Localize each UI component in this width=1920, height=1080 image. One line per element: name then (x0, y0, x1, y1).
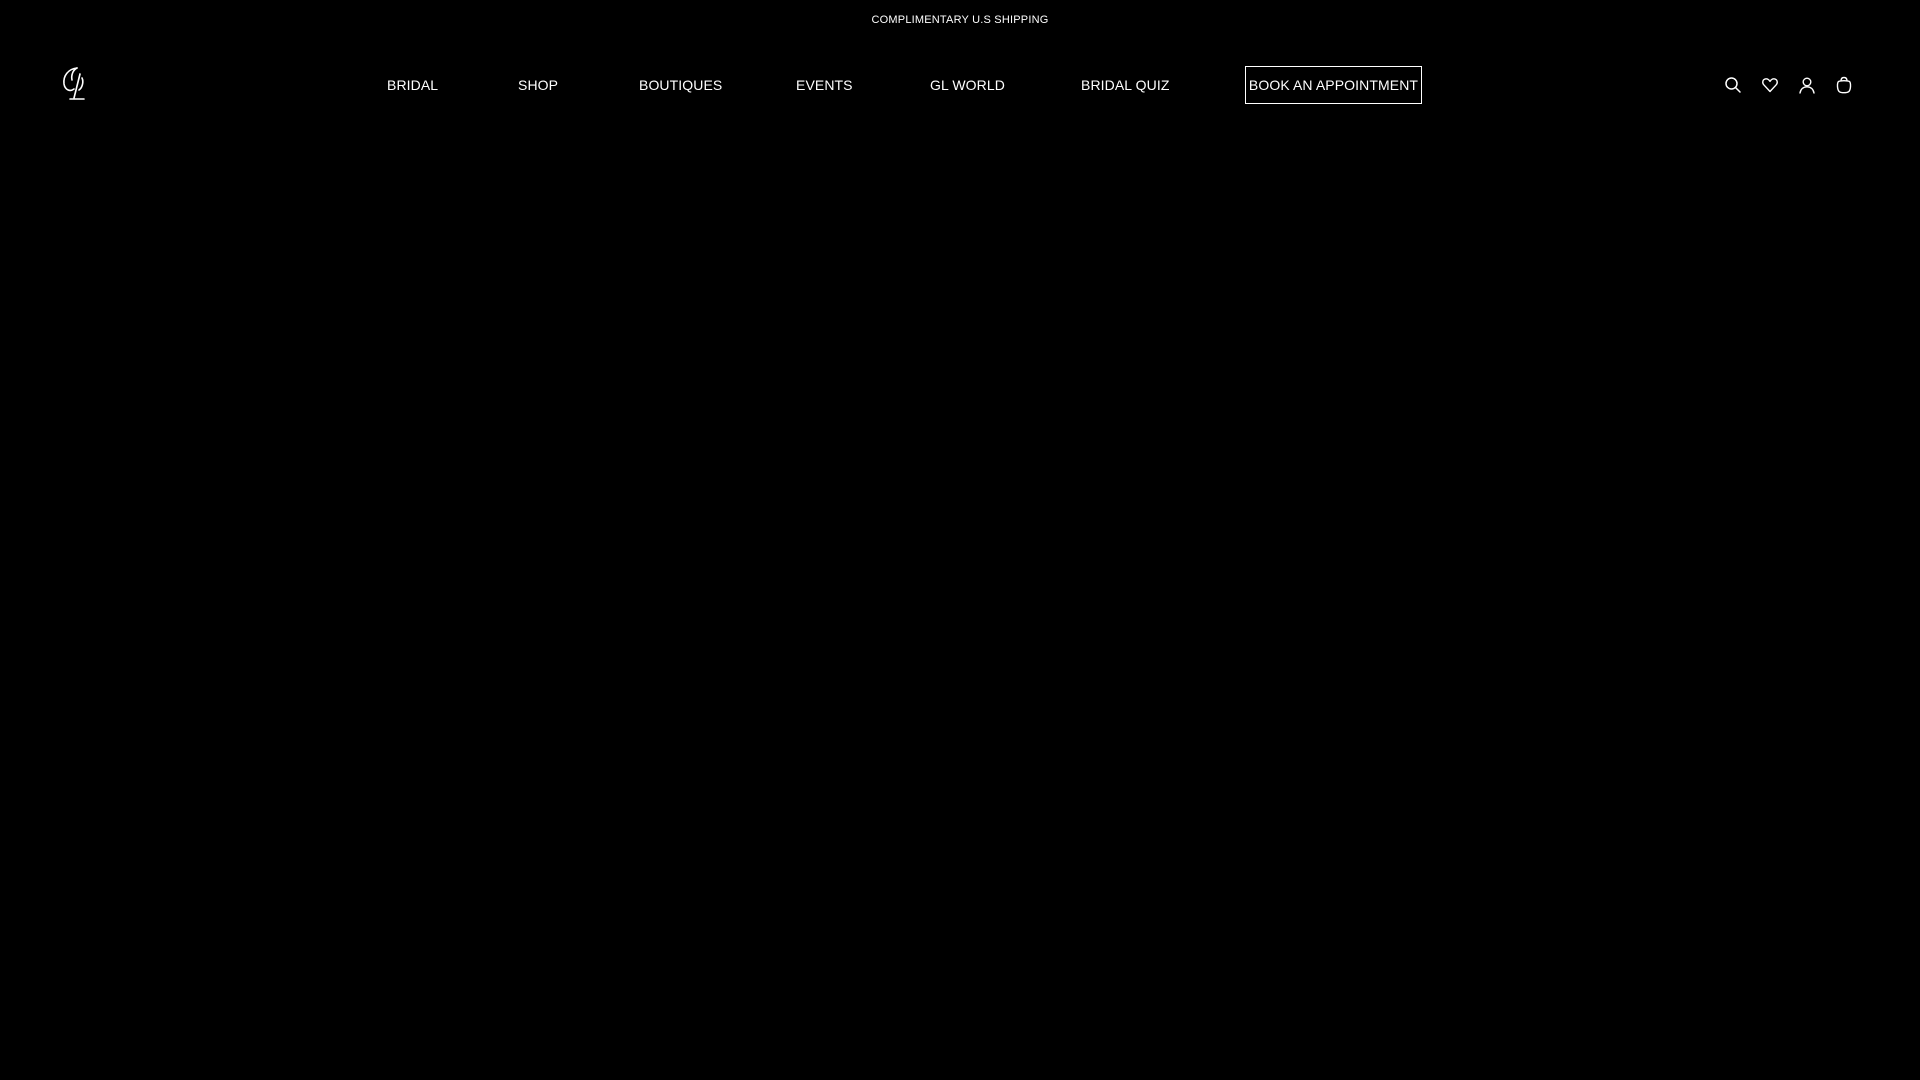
hero-area (0, 130, 1920, 1080)
nav-item-gl-world[interactable]: GL WORLD (930, 52, 1005, 118)
gl-monogram-logo[interactable] (60, 66, 92, 102)
nav-item-bridal-quiz[interactable]: BRIDAL QUIZ (1081, 52, 1169, 118)
announcement-text: COMPLIMENTARY U.S SHIPPING (871, 14, 1049, 26)
announcement-bar: COMPLIMENTARY U.S SHIPPING (0, 0, 1920, 40)
nav-item-shop[interactable]: SHOP (518, 52, 558, 118)
book-appointment-button[interactable]: BOOK AN APPOINTMENT (1245, 66, 1422, 104)
header-icons (1722, 72, 1855, 98)
main-navigation: BRIDAL SHOP BOUTIQUES EVENTS GL WORLD BR… (0, 52, 1920, 118)
account-icon[interactable] (1796, 74, 1818, 96)
shopping-bag-icon[interactable] (1833, 74, 1855, 96)
search-icon[interactable] (1722, 74, 1744, 96)
wishlist-heart-icon[interactable] (1759, 74, 1781, 96)
nav-item-bridal[interactable]: BRIDAL (387, 52, 438, 118)
site-header: BRIDAL SHOP BOUTIQUES EVENTS GL WORLD BR… (0, 52, 1920, 118)
page: COMPLIMENTARY U.S SHIPPING BRIDAL SHOP B… (0, 0, 1920, 1080)
nav-item-boutiques[interactable]: BOUTIQUES (639, 52, 722, 118)
nav-item-events[interactable]: EVENTS (796, 52, 853, 118)
